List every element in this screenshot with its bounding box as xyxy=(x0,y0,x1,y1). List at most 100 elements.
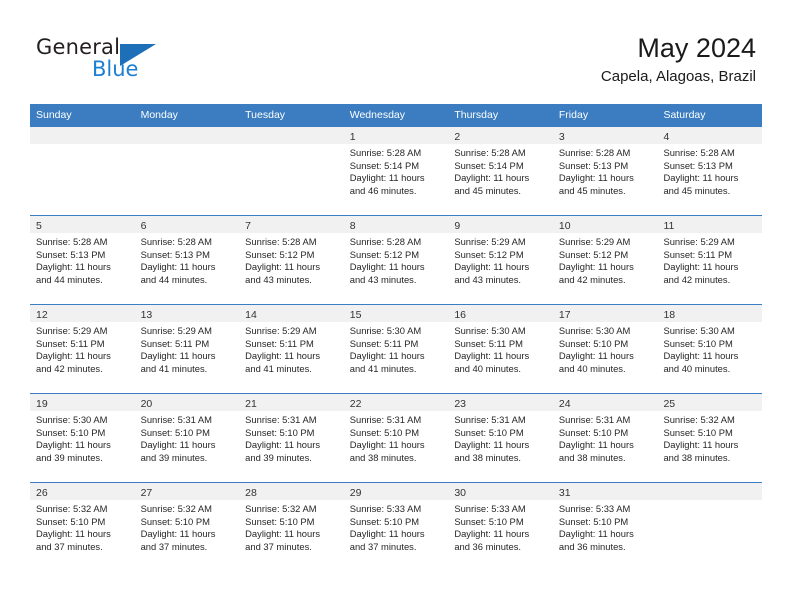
day-number: 6 xyxy=(140,220,147,232)
sunrise-text: Sunrise: 5:31 AM xyxy=(245,414,317,425)
day-info: Sunrise: 5:30 AM Sunset: 5:10 PM Dayligh… xyxy=(553,322,658,375)
day-number-band xyxy=(134,127,240,144)
day-cell[interactable]: 19 Sunrise: 5:30 AM Sunset: 5:10 PM Dayl… xyxy=(30,394,135,482)
sunset-text: Sunset: 5:13 PM xyxy=(558,159,629,171)
day-number-band: 17 xyxy=(552,305,658,322)
daylight-text-line1: Daylight: 11 hours xyxy=(663,261,739,273)
day-cell[interactable]: 4 Sunrise: 5:28 AM Sunset: 5:13 PM Dayli… xyxy=(657,127,763,215)
day-cell[interactable]: 7 Sunrise: 5:28 AM Sunset: 5:12 PM Dayli… xyxy=(239,216,344,304)
day-cell[interactable] xyxy=(239,127,344,215)
day-cell[interactable]: 10 Sunrise: 5:29 AM Sunset: 5:12 PM Dayl… xyxy=(552,216,658,304)
day-number-band: 28 xyxy=(239,483,344,500)
day-number: 15 xyxy=(349,309,362,321)
day-cell[interactable]: 28 Sunrise: 5:32 AM Sunset: 5:10 PM Dayl… xyxy=(239,483,344,571)
day-cell[interactable]: 25 Sunrise: 5:32 AM Sunset: 5:10 PM Dayl… xyxy=(657,394,763,482)
day-cell[interactable]: 11 Sunrise: 5:29 AM Sunset: 5:11 PM Dayl… xyxy=(657,216,763,304)
day-cell[interactable]: 9 Sunrise: 5:29 AM Sunset: 5:12 PM Dayli… xyxy=(448,216,553,304)
day-cell[interactable]: 27 Sunrise: 5:32 AM Sunset: 5:10 PM Dayl… xyxy=(134,483,240,571)
day-cell[interactable]: 29 Sunrise: 5:33 AM Sunset: 5:10 PM Dayl… xyxy=(343,483,449,571)
day-number-band: 11 xyxy=(657,216,763,233)
day-cell[interactable]: 8 Sunrise: 5:28 AM Sunset: 5:12 PM Dayli… xyxy=(343,216,449,304)
daylight-text-line2: and 37 minutes. xyxy=(349,540,417,552)
day-number-band: 25 xyxy=(657,394,763,411)
day-number: 22 xyxy=(349,398,362,410)
day-number: 9 xyxy=(454,220,461,232)
daylight-text-line2: and 44 minutes. xyxy=(36,273,103,285)
day-cell[interactable]: 3 Sunrise: 5:28 AM Sunset: 5:13 PM Dayli… xyxy=(552,127,658,215)
daylight-text-line2: and 43 minutes. xyxy=(454,273,522,285)
day-info: Sunrise: 5:33 AM Sunset: 5:10 PM Dayligh… xyxy=(553,500,658,553)
day-cell[interactable]: 18 Sunrise: 5:30 AM Sunset: 5:10 PM Dayl… xyxy=(657,305,763,393)
day-info: Sunrise: 5:31 AM Sunset: 5:10 PM Dayligh… xyxy=(448,411,553,464)
day-cell[interactable]: 23 Sunrise: 5:31 AM Sunset: 5:10 PM Dayl… xyxy=(448,394,553,482)
sunset-text: Sunset: 5:10 PM xyxy=(245,426,315,438)
day-number-band: 13 xyxy=(134,305,240,322)
day-number: 4 xyxy=(663,131,670,143)
day-cell[interactable]: 13 Sunrise: 5:29 AM Sunset: 5:11 PM Dayl… xyxy=(134,305,240,393)
day-info xyxy=(239,144,344,147)
daylight-text-line2: and 38 minutes. xyxy=(349,451,417,463)
day-info: Sunrise: 5:28 AM Sunset: 5:13 PM Dayligh… xyxy=(30,233,135,286)
day-number-band: 19 xyxy=(30,394,135,411)
day-number: 1 xyxy=(349,131,356,143)
sunset-text: Sunset: 5:10 PM xyxy=(140,515,210,527)
daylight-text-line1: Daylight: 11 hours xyxy=(245,439,321,451)
day-number-band xyxy=(657,483,763,500)
day-cell[interactable]: 31 Sunrise: 5:33 AM Sunset: 5:10 PM Dayl… xyxy=(552,483,658,571)
day-cell[interactable]: 6 Sunrise: 5:28 AM Sunset: 5:13 PM Dayli… xyxy=(134,216,240,304)
daylight-text-line1: Daylight: 11 hours xyxy=(558,172,634,184)
day-cell[interactable]: 21 Sunrise: 5:31 AM Sunset: 5:10 PM Dayl… xyxy=(239,394,344,482)
week-row: 5 Sunrise: 5:28 AM Sunset: 5:13 PM Dayli… xyxy=(30,215,763,304)
day-number: 14 xyxy=(245,309,257,321)
day-number-band: 14 xyxy=(239,305,344,322)
day-number-band: 5 xyxy=(30,216,135,233)
day-number: 11 xyxy=(663,220,675,232)
sunset-text: Sunset: 5:13 PM xyxy=(36,248,106,260)
day-info: Sunrise: 5:28 AM Sunset: 5:12 PM Dayligh… xyxy=(239,233,344,286)
daylight-text-line1: Daylight: 11 hours xyxy=(454,261,530,273)
day-number-band: 6 xyxy=(134,216,240,233)
day-info: Sunrise: 5:29 AM Sunset: 5:12 PM Dayligh… xyxy=(448,233,553,286)
day-cell[interactable]: 16 Sunrise: 5:30 AM Sunset: 5:11 PM Dayl… xyxy=(448,305,553,393)
day-cell[interactable]: 5 Sunrise: 5:28 AM Sunset: 5:13 PM Dayli… xyxy=(30,216,135,304)
sunset-text: Sunset: 5:12 PM xyxy=(349,248,420,260)
page-subtitle: Capela, Alagoas, Brazil xyxy=(600,68,756,85)
sunrise-text: Sunrise: 5:28 AM xyxy=(140,236,212,247)
sunrise-text: Sunrise: 5:28 AM xyxy=(245,236,317,247)
sunrise-text: Sunrise: 5:30 AM xyxy=(558,325,631,336)
day-cell[interactable]: 2 Sunrise: 5:28 AM Sunset: 5:14 PM Dayli… xyxy=(448,127,553,215)
day-info: Sunrise: 5:29 AM Sunset: 5:12 PM Dayligh… xyxy=(553,233,658,286)
day-cell[interactable]: 17 Sunrise: 5:30 AM Sunset: 5:10 PM Dayl… xyxy=(552,305,658,393)
daylight-text-line2: and 42 minutes. xyxy=(558,273,626,285)
sunrise-text: Sunrise: 5:29 AM xyxy=(663,236,735,247)
day-cell[interactable]: 30 Sunrise: 5:33 AM Sunset: 5:10 PM Dayl… xyxy=(448,483,553,571)
day-cell[interactable]: 14 Sunrise: 5:29 AM Sunset: 5:11 PM Dayl… xyxy=(239,305,344,393)
sunset-text: Sunset: 5:12 PM xyxy=(454,248,524,260)
weekday-header-sunday: Sunday xyxy=(36,109,72,121)
day-cell[interactable] xyxy=(30,127,135,215)
day-number: 7 xyxy=(245,220,251,232)
day-number-band: 10 xyxy=(552,216,658,233)
daylight-text-line2: and 39 minutes. xyxy=(140,451,208,463)
day-cell[interactable] xyxy=(134,127,240,215)
day-number-band: 15 xyxy=(343,305,449,322)
day-info: Sunrise: 5:31 AM Sunset: 5:10 PM Dayligh… xyxy=(344,411,449,464)
day-cell[interactable]: 20 Sunrise: 5:31 AM Sunset: 5:10 PM Dayl… xyxy=(134,394,240,482)
sunrise-text: Sunrise: 5:32 AM xyxy=(663,414,735,425)
day-cell[interactable]: 15 Sunrise: 5:30 AM Sunset: 5:11 PM Dayl… xyxy=(343,305,449,393)
daylight-text-line2: and 43 minutes. xyxy=(349,273,417,285)
day-cell[interactable]: 24 Sunrise: 5:31 AM Sunset: 5:10 PM Dayl… xyxy=(552,394,658,482)
sunrise-text: Sunrise: 5:32 AM xyxy=(245,503,317,514)
day-cell[interactable] xyxy=(657,483,763,571)
day-number: 24 xyxy=(558,398,571,410)
general-blue-logo[interactable]: General Blue xyxy=(36,36,256,86)
day-number: 26 xyxy=(36,487,48,499)
day-cell[interactable]: 26 Sunrise: 5:32 AM Sunset: 5:10 PM Dayl… xyxy=(30,483,135,571)
day-cell[interactable]: 1 Sunrise: 5:28 AM Sunset: 5:14 PM Dayli… xyxy=(343,127,449,215)
logo-text-general: General xyxy=(36,35,121,59)
day-number: 31 xyxy=(558,487,571,499)
daylight-text-line2: and 36 minutes. xyxy=(558,540,626,552)
daylight-text-line2: and 40 minutes. xyxy=(663,362,731,374)
day-cell[interactable]: 12 Sunrise: 5:29 AM Sunset: 5:11 PM Dayl… xyxy=(30,305,135,393)
day-cell[interactable]: 22 Sunrise: 5:31 AM Sunset: 5:10 PM Dayl… xyxy=(343,394,449,482)
